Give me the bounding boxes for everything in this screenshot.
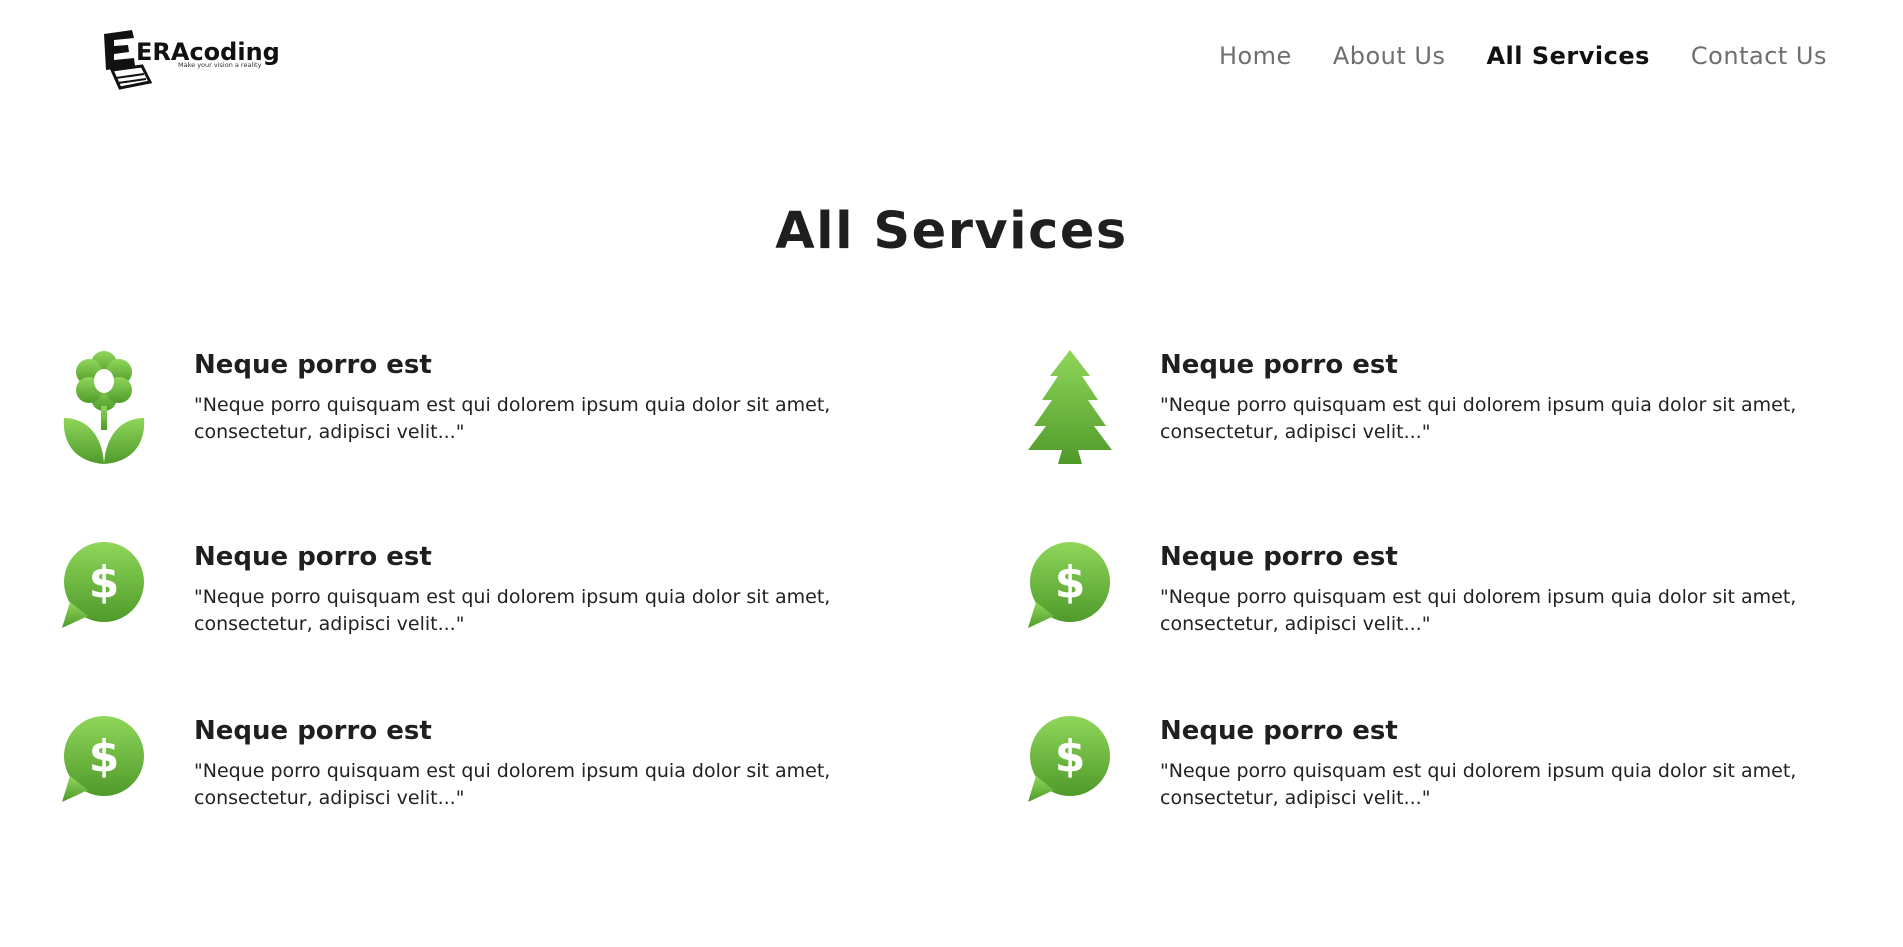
service-description: "Neque porro quisquam est qui dolorem ip… [194,586,831,635]
service-title: Neque porro est [1160,542,1398,572]
service-title: Neque porro est [1160,716,1398,746]
nav-all-services[interactable]: All Services [1486,42,1649,70]
page-title: All Services [775,202,1128,261]
svg-text:$: $ [1055,557,1086,608]
service-description: "Neque porro quisquam est qui dolorem ip… [1160,394,1797,443]
nav-home[interactable]: Home [1219,42,1292,70]
service-card: $ Neque porro est "Neque porro quisquam … [62,714,882,844]
service-title: Neque porro est [194,716,432,746]
service-card: $ Neque porro est "Neque porro quisquam … [1028,714,1848,844]
dollar-chat-icon: $ [62,542,144,628]
service-description: "Neque porro quisquam est qui dolorem ip… [194,760,831,809]
service-card: Neque porro est "Neque porro quisquam es… [62,348,882,478]
nav-contact-us[interactable]: Contact Us [1691,42,1827,70]
dollar-chat-icon: $ [1028,542,1110,628]
service-title: Neque porro est [194,542,432,572]
logo-tagline: Make your vision a reality [178,61,262,69]
logo[interactable]: ERAcoding Make your vision a reality [98,26,304,92]
service-description: "Neque porro quisquam est qui dolorem ip… [1160,586,1797,635]
main-nav: Home About Us All Services Contact Us [1219,42,1827,70]
service-card: $ Neque porro est "Neque porro quisquam … [1028,540,1848,670]
service-description: "Neque porro quisquam est qui dolorem ip… [194,394,831,443]
dollar-chat-icon: $ [1028,716,1110,802]
dollar-chat-icon: $ [62,716,144,802]
svg-text:$: $ [1055,731,1086,782]
service-description: "Neque porro quisquam est qui dolorem ip… [1160,760,1797,809]
service-title: Neque porro est [1160,350,1398,380]
nav-about-us[interactable]: About Us [1333,42,1446,70]
site-header: ERAcoding Make your vision a reality Hom… [0,0,1903,120]
svg-text:$: $ [89,731,120,782]
service-title: Neque porro est [194,350,432,380]
service-card: Neque porro est "Neque porro quisquam es… [1028,348,1848,478]
flower-icon [63,351,145,464]
svg-text:$: $ [89,557,120,608]
tree-icon [1028,350,1112,464]
service-card: $ Neque porro est "Neque porro quisquam … [62,540,882,670]
